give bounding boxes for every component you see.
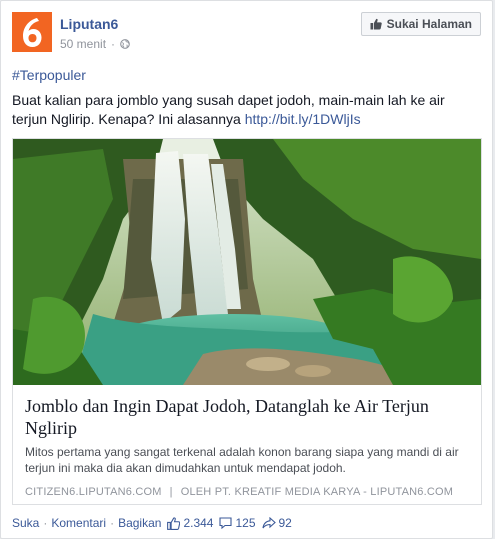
thumbs-up-icon [167, 516, 181, 530]
attachment-title[interactable]: Jomblo dan Ingin Dapat Jodoh, Datanglah … [25, 395, 469, 439]
meta-separator: · [111, 37, 116, 51]
liputan6-logo-icon [12, 12, 52, 52]
source-byline: OLEH PT. KREATIF MEDIA KARYA - LIPUTAN6.… [180, 486, 454, 498]
comment-action[interactable]: Komentari [51, 516, 106, 530]
waterfall-photo[interactable] [13, 139, 481, 385]
page-name-link[interactable]: Liputan6 [60, 16, 118, 32]
share-icon [261, 517, 276, 529]
comment-count-stat[interactable]: 125 [219, 516, 256, 530]
post-header: Liputan6 50 menit · Sukai Halaman [12, 12, 481, 56]
share-count: 92 [278, 516, 292, 530]
like-page-label: Sukai Halaman [386, 17, 472, 31]
action-separator: · [110, 516, 115, 530]
link-attachment[interactable]: Jomblo dan Ingin Dapat Jodoh, Datanglah … [12, 138, 482, 505]
thumbs-up-icon [370, 18, 382, 30]
globe-icon [120, 39, 130, 49]
attachment-description: Mitos pertama yang sangat terkenal adala… [25, 445, 459, 475]
attachment-source: CITIZEN6.LIPUTAN6.COM | OLEH PT. KREATIF M… [25, 486, 469, 498]
like-count: 2.344 [183, 516, 214, 530]
like-count-stat[interactable]: 2.344 [167, 516, 213, 530]
post-timestamp[interactable]: 50 menit [60, 37, 106, 51]
page-logo[interactable] [12, 12, 52, 52]
source-separator: | [169, 486, 173, 498]
source-domain: CITIZEN6.LIPUTAN6.COM [25, 486, 162, 498]
post-short-link[interactable]: http://bit.ly/1DWljIs [245, 111, 361, 127]
post-actions: Suka · Komentari · Bagikan 2.344 125 92 [12, 516, 292, 530]
like-page-button[interactable]: Sukai Halaman [360, 12, 481, 36]
attachment-body: Jomblo dan Ingin Dapat Jodoh, Datanglah … [13, 385, 481, 508]
hashtag-link[interactable]: #Terpopuler [12, 67, 86, 83]
post-meta: 50 menit · [60, 37, 130, 51]
comment-icon [219, 517, 233, 529]
post-body-text: Buat kalian para jomblo yang susah dapet… [12, 92, 445, 127]
like-action[interactable]: Suka [12, 516, 39, 530]
post-card: Liputan6 50 menit · Sukai Halaman #Terpo… [0, 0, 493, 539]
share-count-stat[interactable]: 92 [261, 516, 292, 530]
share-action[interactable]: Bagikan [118, 516, 161, 530]
comment-count: 125 [235, 516, 256, 530]
post-text: Buat kalian para jomblo yang susah dapet… [12, 91, 482, 129]
waterfall-image [13, 139, 481, 385]
action-separator: · [43, 516, 48, 530]
